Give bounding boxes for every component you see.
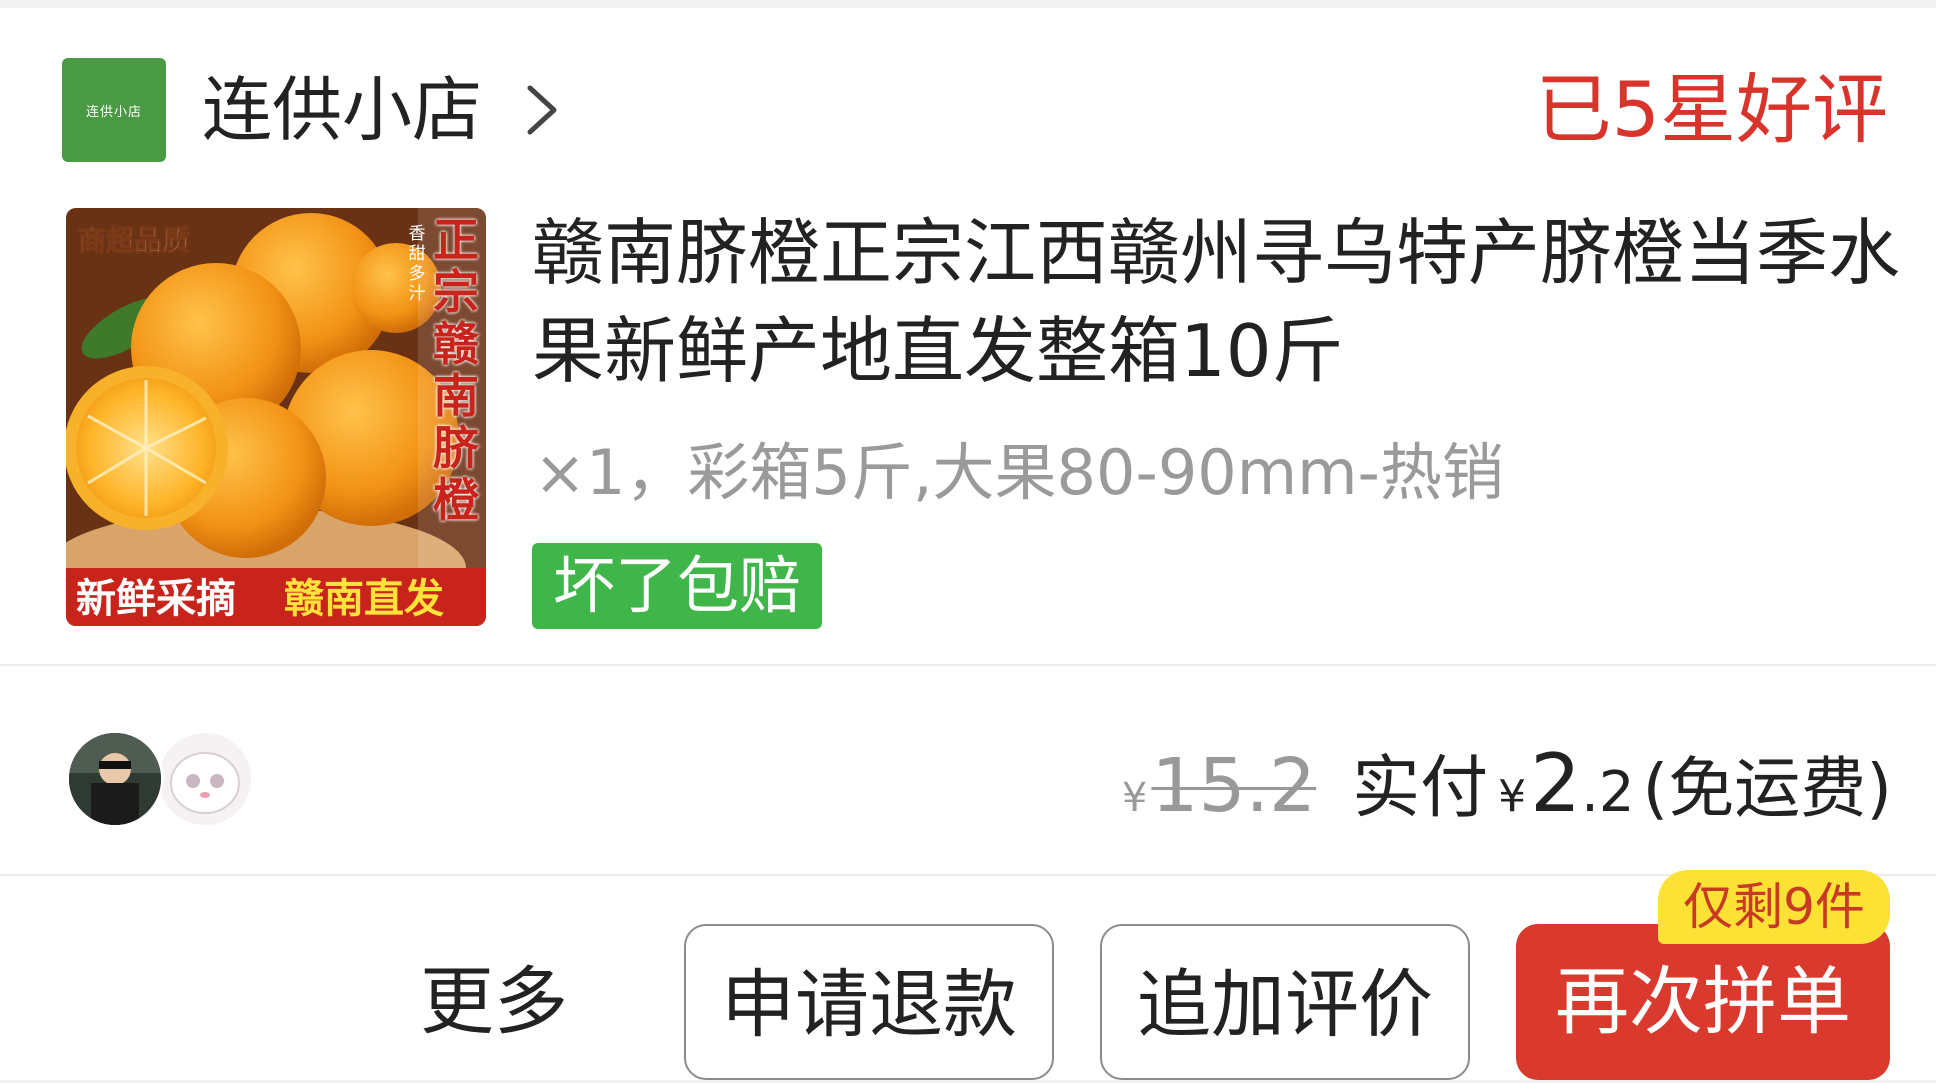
shipping-note: (免运费) (1642, 750, 1893, 827)
image-badge-top: 商超品质 (78, 224, 190, 257)
chevron-right-icon[interactable] (520, 82, 564, 138)
product-spec: ×1，彩箱5斤,大果80-90mm-热销 (534, 436, 1504, 509)
paid-amount-integer: 2 (1530, 737, 1582, 830)
image-vertical-title: 正宗赣南脐橙 (433, 213, 479, 527)
reorder-button[interactable]: 再次拼单 (1516, 924, 1890, 1080)
avatar[interactable] (66, 730, 164, 828)
image-banner-right: 赣南直发 (284, 576, 444, 622)
image-banner-left: 新鲜采摘 (76, 576, 236, 622)
avatar[interactable] (156, 730, 254, 828)
divider (0, 664, 1936, 666)
price-row: ¥ 15.2 实付 ¥ 2 .2 (免运费) (1121, 732, 1893, 830)
original-price: 15.2 (1151, 743, 1317, 829)
add-review-button[interactable]: 追加评价 (1100, 924, 1470, 1080)
refund-button[interactable]: 申请退款 (684, 924, 1054, 1080)
original-price-currency: ¥ (1121, 775, 1148, 821)
review-status: 已5星好评 (1535, 65, 1888, 154)
image-side-small: 香甜多汁 (408, 224, 426, 304)
guarantee-badge: 坏了包赔 (532, 543, 822, 629)
store-logo-text: 连供小店 (85, 104, 142, 120)
paid-amount-decimal: .2 (1581, 760, 1635, 825)
divider (0, 874, 1936, 876)
more-button[interactable]: 更多 (420, 954, 568, 1050)
store-logo[interactable]: 连供小店 (62, 58, 166, 162)
stock-badge: 仅剩9件 (1658, 870, 1890, 944)
order-card: 连供小店 连供小店 已5星好评 新鲜采摘 赣南直发 商超品质 正宗赣南脐橙 香甜… (0, 8, 1936, 1080)
product-title[interactable]: 赣南脐橙正宗江西赣州寻乌特产脐橙当季水果新鲜产地直发整箱10斤 (532, 204, 1936, 400)
store-name[interactable]: 连供小店 (202, 66, 482, 154)
product-image[interactable]: 新鲜采摘 赣南直发 商超品质 正宗赣南脐橙 香甜多汁 (66, 208, 486, 626)
paid-label: 实付 (1352, 749, 1489, 828)
paid-currency: ¥ (1498, 771, 1527, 822)
